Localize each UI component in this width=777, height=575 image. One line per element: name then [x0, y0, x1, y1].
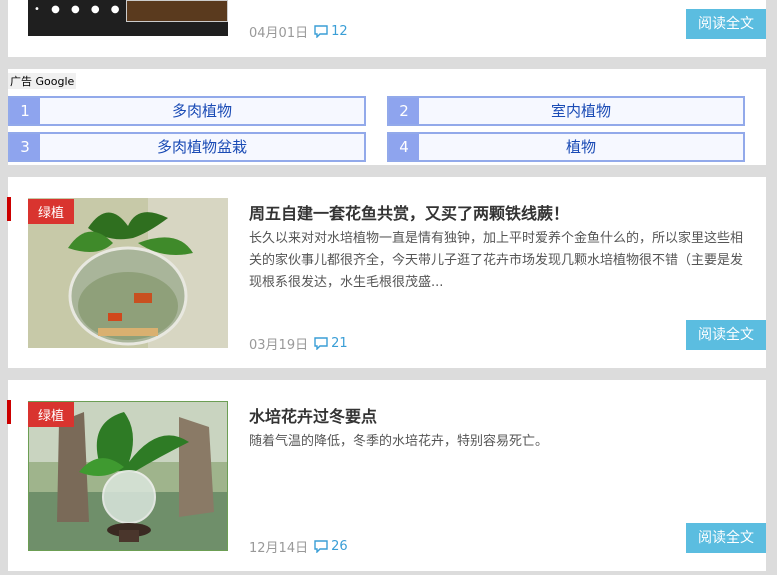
category-flag [7, 400, 11, 424]
ad-number: 4 [389, 134, 419, 160]
category-tag[interactable]: 绿植 [28, 199, 75, 224]
ad-label: 广告 Google [8, 73, 77, 89]
comment-count: 26 [331, 539, 348, 554]
ad-number: 1 [10, 98, 40, 124]
ad-link-2[interactable]: 2 室内植物 [387, 96, 745, 126]
post-date: 03月19日 [249, 338, 309, 353]
ad-number: 3 [10, 134, 40, 160]
post-date: 04月01日 [249, 26, 309, 41]
post-date: 12月14日 [249, 541, 309, 556]
post-excerpt-2: 随着气温的降低，冬季的水培花卉，特别容易死亡。 [249, 434, 549, 449]
comment-link[interactable]: 26 [314, 539, 348, 554]
comment-count: 12 [331, 24, 348, 39]
comment-link[interactable]: 21 [314, 336, 348, 351]
ad-link-3[interactable]: 3 多肉植物盆栽 [8, 132, 366, 162]
drops-decoration: • ● ● ● ● [34, 4, 124, 15]
read-more-button-0[interactable]: 阅读全文 [686, 9, 766, 39]
ad-number: 2 [389, 98, 419, 124]
ad-text: 植物 [565, 138, 596, 156]
post-excerpt-1: 长久以来对对水培植物一直是情有独钟，加上平时爱养个金鱼什么的，所以家里这些相关的… [249, 231, 744, 290]
ad-text: 室内植物 [550, 102, 611, 120]
post-card-2: 绿植 水培花卉过冬要点 随着气温的降低，冬季的水培花卉，特别容易死亡。 12月1… [7, 380, 766, 571]
comment-icon [314, 25, 328, 38]
post-meta-0: 04月01日 12 [249, 22, 348, 41]
category-tag[interactable]: 绿植 [28, 402, 75, 427]
read-more-button-1[interactable]: 阅读全文 [686, 320, 766, 350]
post-title-1[interactable]: 周五自建一套花鱼共赏，又买了两颗铁线蕨！ [249, 200, 569, 224]
post-meta-2: 12月14日 26 [249, 537, 348, 556]
comment-icon [314, 540, 328, 553]
comment-link[interactable]: 12 [314, 24, 348, 39]
ad-text: 多肉植物盆栽 [156, 138, 247, 156]
read-more-button-2[interactable]: 阅读全文 [686, 523, 766, 553]
post-card-1: 绿植 周五自建一套花鱼共赏，又买了两颗铁线蕨！ 长久以来对对水培植物一直是情有独… [7, 177, 766, 368]
ad-text: 多肉植物 [171, 102, 232, 120]
post-title-2[interactable]: 水培花卉过冬要点 [249, 403, 377, 427]
ad-link-4[interactable]: 4 植物 [387, 132, 745, 162]
ad-link-1[interactable]: 1 多肉植物 [8, 96, 366, 126]
comment-icon [314, 337, 328, 350]
comment-count: 21 [331, 336, 348, 351]
post-card-0: • ● ● ● ● 04月01日 12 阅读全文 [8, 0, 766, 57]
post-meta-1: 03月19日 21 [249, 334, 348, 353]
post-thumbnail-0[interactable]: • ● ● ● ● [28, 0, 228, 36]
category-flag [7, 197, 11, 221]
